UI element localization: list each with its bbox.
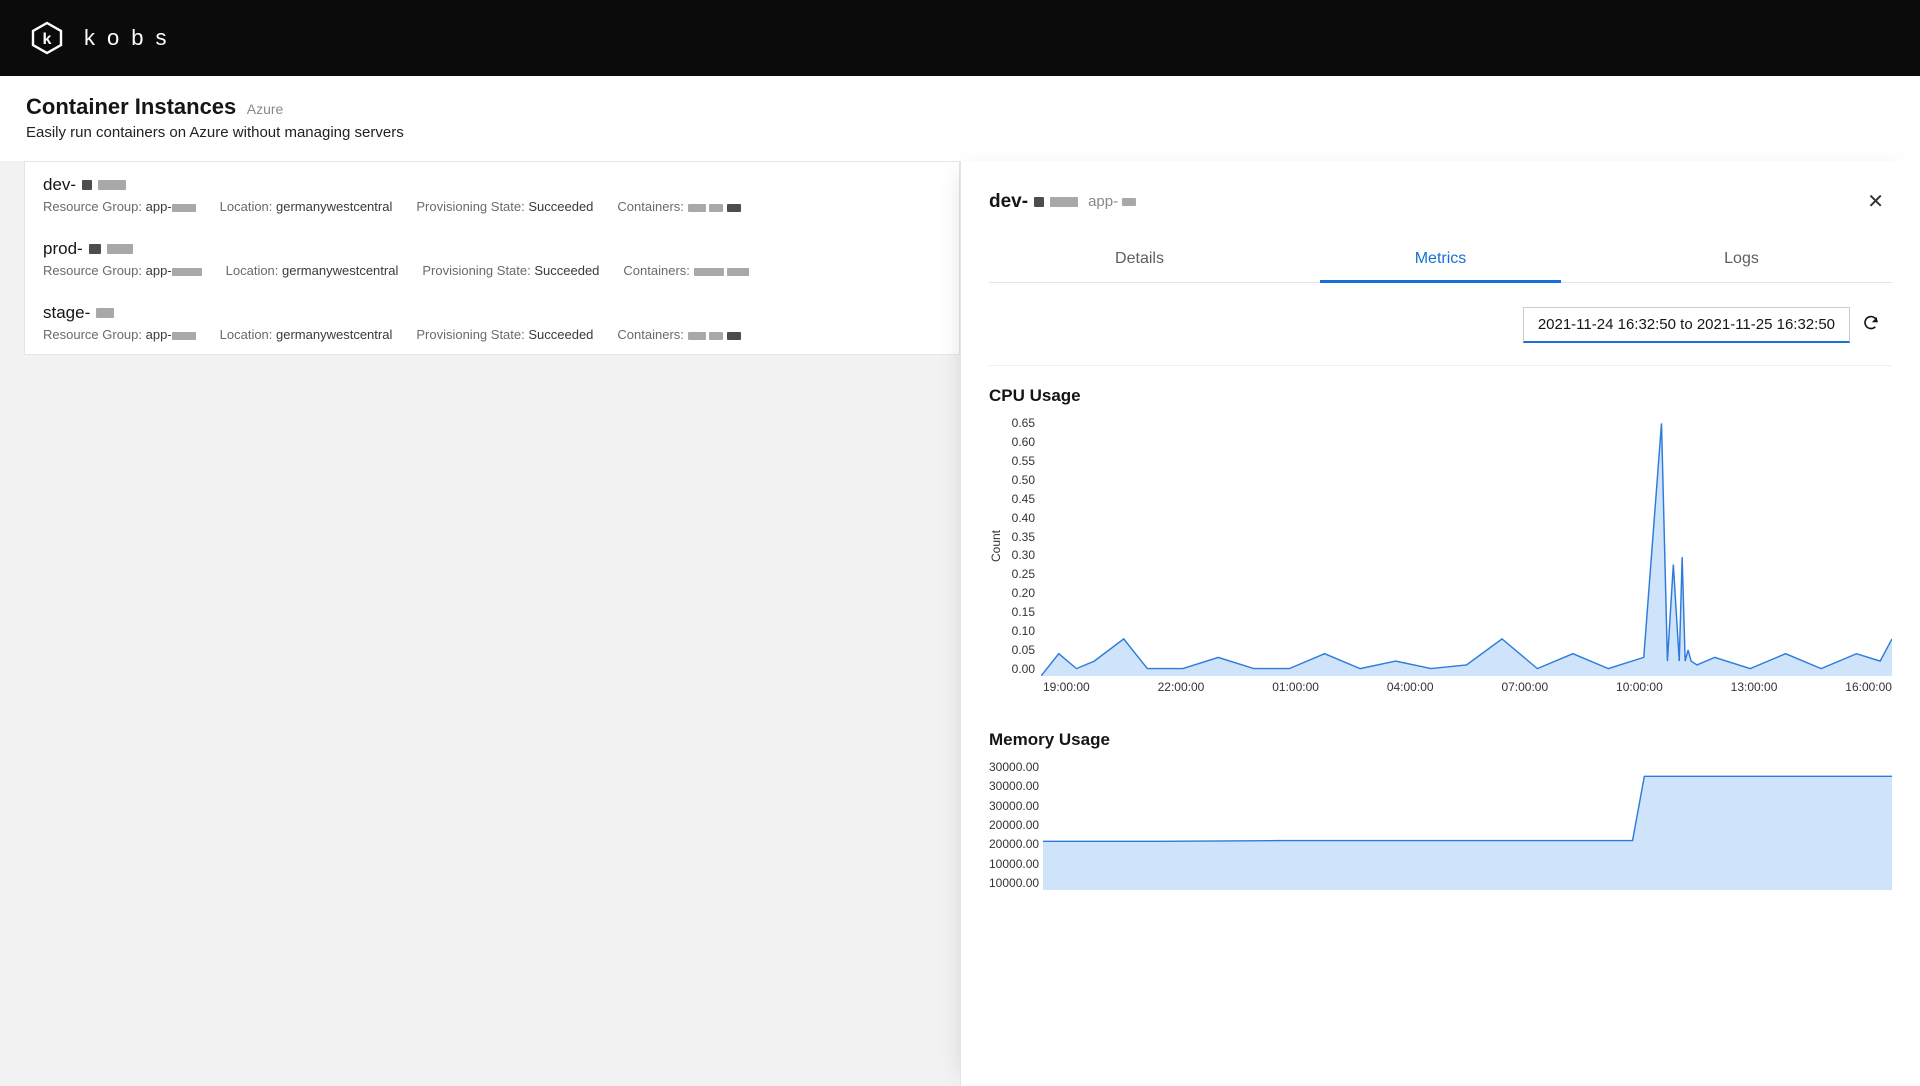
redacted	[98, 180, 126, 190]
time-range-picker[interactable]: 2021-11-24 16:32:50 to 2021-11-25 16:32:…	[1523, 307, 1850, 343]
tab-logs[interactable]: Logs	[1591, 236, 1892, 282]
redacted	[727, 332, 741, 340]
redacted	[727, 268, 749, 276]
main: dev- Resource Group: app- Location: germ…	[0, 161, 1920, 1086]
refresh-icon	[1862, 314, 1880, 337]
redacted	[96, 308, 114, 318]
page-header: Container Instances Azure Easily run con…	[0, 76, 1920, 161]
logo: k kobs	[30, 21, 178, 55]
redacted	[727, 204, 741, 212]
logo-icon: k	[30, 21, 64, 55]
cpu-xaxis: 19:00:0022:00:0001:00:0004:00:0007:00:00…	[989, 676, 1892, 694]
panel-header: dev- app- ✕	[961, 161, 1920, 236]
redacted	[172, 204, 196, 212]
redacted	[688, 332, 706, 340]
panel-subtitle: app-	[1088, 193, 1136, 210]
page-title: Container Instances	[26, 94, 236, 120]
redacted	[709, 332, 723, 340]
instance-name: stage-	[43, 303, 941, 323]
instance-name: prod-	[43, 239, 941, 259]
redacted	[688, 204, 706, 212]
cpu-ylabel: Count	[989, 416, 1003, 676]
panel-title: dev-	[989, 191, 1078, 213]
cpu-plot	[1041, 416, 1892, 676]
cpu-chart: CPU Usage Count 0.650.600.550.500.450.40…	[989, 386, 1892, 694]
redacted	[82, 180, 92, 190]
instance-list-pane: dev- Resource Group: app- Location: germ…	[0, 161, 960, 1086]
metrics-controls: 2021-11-24 16:32:50 to 2021-11-25 16:32:…	[989, 305, 1892, 366]
panel-body: 2021-11-24 16:32:50 to 2021-11-25 16:32:…	[961, 283, 1920, 948]
memory-chart-title: Memory Usage	[989, 730, 1892, 750]
instance-row[interactable]: prod- Resource Group: app- Location: ger…	[25, 226, 959, 290]
redacted	[1050, 197, 1078, 207]
redacted	[709, 204, 723, 212]
redacted	[172, 332, 196, 340]
topbar: k kobs	[0, 0, 1920, 76]
instance-row[interactable]: dev- Resource Group: app- Location: germ…	[25, 162, 959, 226]
instance-name: dev-	[43, 175, 941, 195]
detail-panel: dev- app- ✕ Details Metrics Logs 2021-11…	[960, 161, 1920, 1086]
memory-chart: Memory Usage 30000.0030000.0030000.00200…	[989, 730, 1892, 890]
tab-metrics[interactable]: Metrics	[1290, 236, 1591, 282]
tab-details[interactable]: Details	[989, 236, 1290, 282]
instance-meta: Resource Group: app- Location: germanywe…	[43, 327, 941, 342]
cpu-chart-title: CPU Usage	[989, 386, 1892, 406]
memory-yaxis: 30000.0030000.0030000.0020000.0020000.00…	[989, 760, 1043, 890]
redacted	[694, 268, 724, 276]
brand-name: kobs	[84, 25, 178, 51]
instance-meta: Resource Group: app- Location: germanywe…	[43, 263, 941, 278]
close-icon[interactable]: ✕	[1859, 185, 1892, 218]
svg-text:k: k	[43, 31, 52, 48]
cpu-yaxis: 0.650.600.550.500.450.400.350.300.250.20…	[1003, 416, 1041, 676]
redacted	[1034, 197, 1044, 207]
redacted	[89, 244, 101, 254]
redacted	[1122, 198, 1136, 206]
instance-row[interactable]: stage- Resource Group: app- Location: ge…	[25, 290, 959, 354]
page-subtitle: Easily run containers on Azure without m…	[26, 124, 1894, 141]
redacted	[107, 244, 133, 254]
memory-plot	[1043, 760, 1892, 890]
panel-tabs: Details Metrics Logs	[989, 236, 1892, 283]
refresh-button[interactable]	[1850, 305, 1892, 345]
instance-list: dev- Resource Group: app- Location: germ…	[24, 161, 960, 355]
page-provider: Azure	[247, 101, 284, 117]
instance-meta: Resource Group: app- Location: germanywe…	[43, 199, 941, 214]
redacted	[172, 268, 202, 276]
